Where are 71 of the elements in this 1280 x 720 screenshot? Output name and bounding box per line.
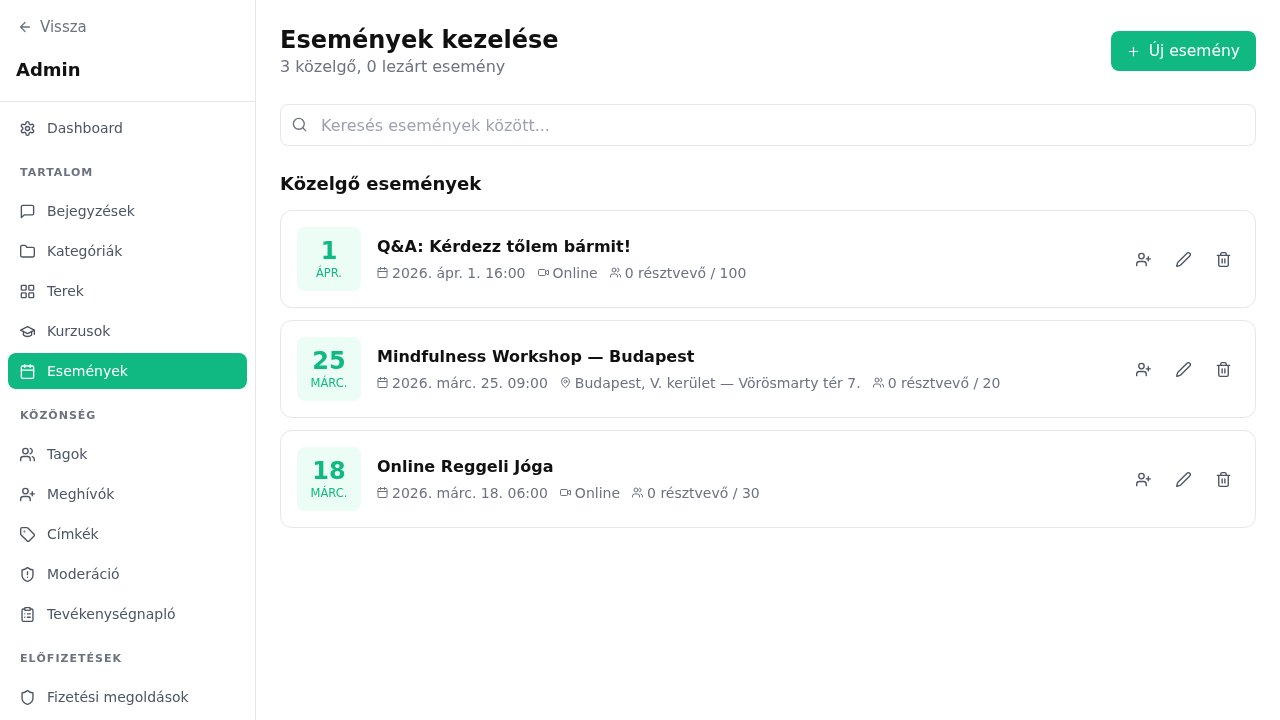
event-detail: 2026. ápr. 1. 16:00 bbox=[392, 263, 526, 283]
pencil-icon bbox=[1175, 251, 1191, 267]
event-day: 25 bbox=[312, 347, 346, 375]
event-detail: 0 résztvevő / 100 bbox=[624, 263, 747, 283]
section-title: Közelgő események bbox=[280, 172, 483, 196]
add-person-icon bbox=[1135, 251, 1151, 267]
arrow-left-icon bbox=[18, 20, 32, 34]
tag-icon bbox=[20, 526, 35, 542]
clipboard-icon bbox=[20, 606, 35, 622]
people-icon bbox=[632, 487, 644, 498]
event-title: Q&A: Kérdezz tőlem bármit! bbox=[377, 235, 633, 258]
people-icon bbox=[609, 267, 621, 278]
pencil-icon bbox=[1175, 361, 1191, 377]
event-month: ÁPR. bbox=[315, 265, 342, 281]
search-field[interactable]: Keresés események között... bbox=[280, 104, 1256, 146]
event-detail: Budapest, V. kerület — Vörösmarty tér 7. bbox=[574, 373, 861, 393]
event-detail: 0 résztvevő / 30 bbox=[647, 483, 760, 503]
back-link[interactable]: Vissza bbox=[16, 16, 87, 38]
sidebar-item[interactable]: Terek bbox=[8, 273, 247, 309]
folder-icon bbox=[20, 243, 35, 259]
event-detail: 0 résztvevő / 20 bbox=[887, 373, 1001, 393]
map-pin-icon bbox=[559, 377, 571, 388]
event-detail: 2026. márc. 18. 06:00 bbox=[392, 483, 548, 503]
event-detail: Online bbox=[552, 263, 598, 283]
sidebar-item[interactable]: Dashboard bbox=[8, 110, 247, 146]
calendar-icon bbox=[377, 487, 388, 498]
page-title: Események kezelése bbox=[280, 25, 559, 56]
event-month: MÁRC. bbox=[310, 485, 348, 501]
event-detail: Online bbox=[574, 483, 621, 503]
sidebar-item[interactable]: Címkék bbox=[8, 516, 247, 552]
sidebar-item[interactable]: Meghívók bbox=[8, 476, 247, 512]
search-icon bbox=[292, 117, 307, 132]
sidebar-item[interactable]: Kurzusok bbox=[8, 313, 247, 349]
shield-icon bbox=[20, 689, 35, 705]
sidebar-item[interactable]: Tagok bbox=[8, 436, 247, 472]
sidebar-item[interactable]: Kategóriák bbox=[8, 233, 247, 269]
sidebar-item[interactable]: Moderáció bbox=[8, 556, 247, 592]
pencil-icon bbox=[1175, 471, 1191, 487]
event-title: Online Reggeli Jóga bbox=[377, 455, 555, 478]
speech-bubble-icon bbox=[20, 203, 35, 219]
trash-icon bbox=[1215, 361, 1231, 377]
grid-icon bbox=[20, 283, 35, 299]
section-heading: KÖZÖNSÉG bbox=[19, 408, 98, 424]
page-subtitle: 3 közelgő, 0 lezárt esemény bbox=[280, 56, 507, 78]
sidebar-item[interactable]: Fizetési megoldások bbox=[8, 679, 247, 715]
plus-icon bbox=[1126, 44, 1140, 58]
section-heading: TARTALOM bbox=[19, 165, 95, 181]
calendar-icon bbox=[377, 377, 388, 388]
add-person-icon bbox=[1135, 471, 1151, 487]
people-icon bbox=[20, 446, 35, 462]
sidebar-item[interactable]: Bejegyzések bbox=[8, 193, 247, 229]
sidebar-title: Admin bbox=[16, 58, 82, 82]
add-person-icon bbox=[1135, 361, 1151, 377]
shield-exclamation-icon bbox=[20, 566, 35, 582]
video-camera-icon bbox=[537, 267, 549, 278]
video-camera-icon bbox=[559, 487, 571, 498]
graduation-cap-icon bbox=[20, 323, 35, 339]
event-day: 18 bbox=[312, 457, 346, 485]
event-month: MÁRC. bbox=[310, 375, 348, 391]
calendar-icon bbox=[20, 363, 35, 379]
add-person-icon bbox=[20, 486, 35, 502]
section-heading: ELŐFIZETÉSEK bbox=[19, 651, 123, 667]
people-icon bbox=[872, 377, 884, 388]
event-title: Mindfulness Workshop — Budapest bbox=[377, 345, 696, 368]
sidebar-item[interactable]: Tevékenységnapló bbox=[8, 596, 247, 632]
event-detail: 2026. márc. 25. 09:00 bbox=[392, 373, 548, 393]
gear-icon bbox=[20, 120, 35, 136]
trash-icon bbox=[1215, 251, 1231, 267]
trash-icon bbox=[1215, 471, 1231, 487]
event-day: 1 bbox=[320, 237, 338, 265]
calendar-icon bbox=[377, 267, 388, 278]
